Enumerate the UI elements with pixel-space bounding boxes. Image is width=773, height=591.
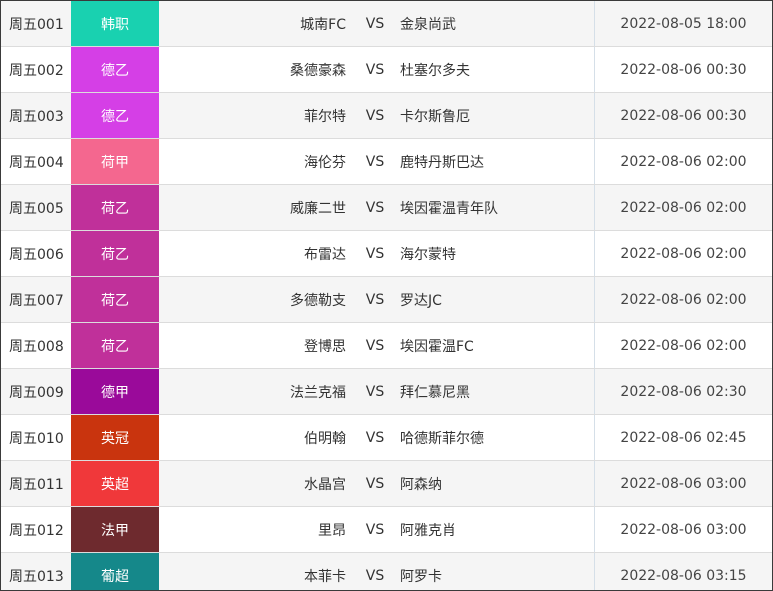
match-row[interactable]: 周五005 荷乙 威廉二世 VS 埃因霍温青年队 2022-08-06 02:00 [1,184,772,231]
home-team[interactable]: 菲尔特 [161,92,356,139]
match-number: 周五013 [1,552,71,590]
away-team[interactable]: 埃因霍温FC [394,322,595,369]
vs-label: VS [356,460,394,507]
match-number: 周五002 [1,46,71,93]
match-number: 周五009 [1,368,71,415]
vs-label: VS [356,506,394,553]
vs-label: VS [356,1,394,47]
match-time: 2022-08-05 18:00 [594,1,772,47]
away-team[interactable]: 杜塞尔多夫 [394,46,595,93]
home-team[interactable]: 海伦芬 [161,138,356,185]
away-team[interactable]: 阿森纳 [394,460,595,507]
home-team[interactable]: 本菲卡 [161,552,356,590]
league-badge[interactable]: 德乙 [71,92,159,139]
home-team[interactable]: 多德勒支 [161,276,356,323]
home-team[interactable]: 伯明翰 [161,414,356,461]
match-number: 周五007 [1,276,71,323]
match-number: 周五008 [1,322,71,369]
vs-label: VS [356,552,394,590]
match-number: 周五001 [1,1,71,47]
match-row[interactable]: 周五003 德乙 菲尔特 VS 卡尔斯鲁厄 2022-08-06 00:30 [1,92,772,139]
match-time: 2022-08-06 02:00 [594,184,772,231]
league-badge[interactable]: 韩职 [71,1,159,47]
match-number: 周五010 [1,414,71,461]
match-row[interactable]: 周五013 葡超 本菲卡 VS 阿罗卡 2022-08-06 03:15 [1,552,772,590]
away-team[interactable]: 埃因霍温青年队 [394,184,595,231]
league-badge[interactable]: 英冠 [71,414,159,461]
match-row[interactable]: 周五007 荷乙 多德勒支 VS 罗达JC 2022-08-06 02:00 [1,276,772,323]
vs-label: VS [356,368,394,415]
match-time: 2022-08-06 02:00 [594,230,772,277]
vs-label: VS [356,138,394,185]
match-table-body: 周五001 韩职 城南FC VS 金泉尚武 2022-08-05 18:00 周五002 德乙… [1,1,772,590]
away-team[interactable]: 卡尔斯鲁厄 [394,92,595,139]
match-row[interactable]: 周五009 德甲 法兰克福 VS 拜仁慕尼黑 2022-08-06 02:30 [1,368,772,415]
vs-label: VS [356,92,394,139]
match-time: 2022-08-06 03:00 [594,460,772,507]
match-number: 周五003 [1,92,71,139]
match-number: 周五012 [1,506,71,553]
home-team[interactable]: 布雷达 [161,230,356,277]
match-time: 2022-08-06 02:00 [594,138,772,185]
league-badge[interactable]: 荷甲 [71,138,159,185]
match-time: 2022-08-06 00:30 [594,46,772,93]
match-time: 2022-08-06 03:15 [594,552,772,590]
league-badge[interactable]: 荷乙 [71,322,159,369]
match-time: 2022-08-06 00:30 [594,92,772,139]
vs-label: VS [356,184,394,231]
match-row[interactable]: 周五008 荷乙 登博思 VS 埃因霍温FC 2022-08-06 02:00 [1,322,772,369]
match-row[interactable]: 周五002 德乙 桑德豪森 VS 杜塞尔多夫 2022-08-06 00:30 [1,46,772,93]
match-row[interactable]: 周五010 英冠 伯明翰 VS 哈德斯菲尔德 2022-08-06 02:45 [1,414,772,461]
vs-label: VS [356,46,394,93]
league-badge[interactable]: 荷乙 [71,184,159,231]
away-team[interactable]: 拜仁慕尼黑 [394,368,595,415]
league-badge[interactable]: 英超 [71,460,159,507]
away-team[interactable]: 鹿特丹斯巴达 [394,138,595,185]
away-team[interactable]: 哈德斯菲尔德 [394,414,595,461]
match-number: 周五011 [1,460,71,507]
home-team[interactable]: 桑德豪森 [161,46,356,93]
vs-label: VS [356,276,394,323]
match-number: 周五006 [1,230,71,277]
vs-label: VS [356,230,394,277]
match-row[interactable]: 周五006 荷乙 布雷达 VS 海尔蒙特 2022-08-06 02:00 [1,230,772,277]
match-list-frame: 周五001 韩职 城南FC VS 金泉尚武 2022-08-05 18:00 周五002 德乙… [0,0,773,591]
away-team[interactable]: 阿罗卡 [394,552,595,590]
match-row[interactable]: 周五012 法甲 里昂 VS 阿雅克肖 2022-08-06 03:00 [1,506,772,553]
league-badge[interactable]: 德甲 [71,368,159,415]
away-team[interactable]: 阿雅克肖 [394,506,595,553]
league-badge[interactable]: 葡超 [71,552,159,590]
vs-label: VS [356,322,394,369]
match-number: 周五004 [1,138,71,185]
match-row[interactable]: 周五001 韩职 城南FC VS 金泉尚武 2022-08-05 18:00 [1,1,772,47]
home-team[interactable]: 登博思 [161,322,356,369]
league-badge[interactable]: 法甲 [71,506,159,553]
match-number: 周五005 [1,184,71,231]
away-team[interactable]: 海尔蒙特 [394,230,595,277]
vs-label: VS [356,414,394,461]
home-team[interactable]: 水晶宫 [161,460,356,507]
match-time: 2022-08-06 02:45 [594,414,772,461]
match-time: 2022-08-06 02:00 [594,276,772,323]
league-badge[interactable]: 荷乙 [71,276,159,323]
home-team[interactable]: 城南FC [161,1,356,47]
home-team[interactable]: 威廉二世 [161,184,356,231]
home-team[interactable]: 法兰克福 [161,368,356,415]
away-team[interactable]: 罗达JC [394,276,595,323]
match-time: 2022-08-06 02:00 [594,322,772,369]
home-team[interactable]: 里昂 [161,506,356,553]
match-row[interactable]: 周五011 英超 水晶宫 VS 阿森纳 2022-08-06 03:00 [1,460,772,507]
match-time: 2022-08-06 02:30 [594,368,772,415]
match-row[interactable]: 周五004 荷甲 海伦芬 VS 鹿特丹斯巴达 2022-08-06 02:00 [1,138,772,185]
match-table: 周五001 韩职 城南FC VS 金泉尚武 2022-08-05 18:00 周五002 德乙… [1,1,772,590]
match-time: 2022-08-06 03:00 [594,506,772,553]
league-badge[interactable]: 荷乙 [71,230,159,277]
league-badge[interactable]: 德乙 [71,46,159,93]
away-team[interactable]: 金泉尚武 [394,1,595,47]
